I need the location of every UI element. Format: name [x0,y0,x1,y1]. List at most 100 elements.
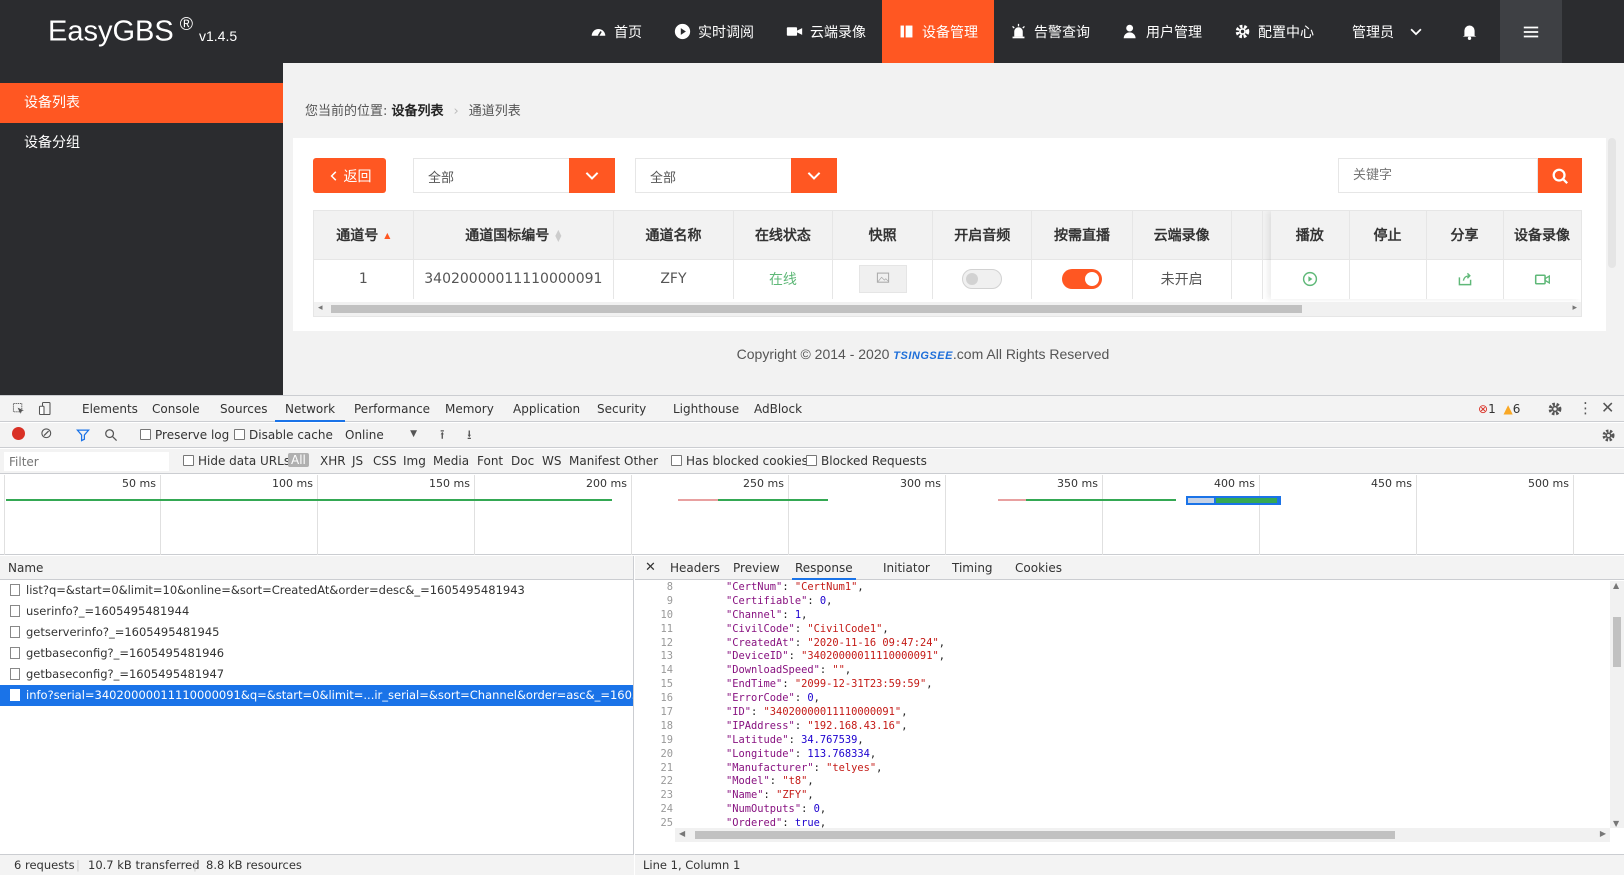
nav-cloud-record[interactable]: 云端录像 [770,0,882,63]
issue-counter[interactable]: ⊗1 ▲6 [1478,402,1520,416]
hamburger-menu-button[interactable] [1500,0,1562,63]
blocked-requests-checkbox[interactable]: Blocked Requests [806,454,927,468]
col-gb-id[interactable]: 通道国标编号 ▲ ▼ [413,211,615,260]
sidebar-item-device-group[interactable]: 设备分组 [0,123,283,163]
type-filter-other[interactable]: Other [624,454,658,468]
snapshot-thumbnail[interactable] [858,265,907,294]
has-blocked-cookies-checkbox[interactable]: Has blocked cookies [671,454,808,468]
close-detail-icon[interactable]: ✕ [645,556,656,580]
search-icon[interactable] [104,428,118,442]
response-horizontal-scrollbar[interactable]: ◀ ▶ [675,828,1610,842]
type-filter-all[interactable]: All [288,453,309,467]
close-icon[interactable]: ✕ [1601,398,1614,417]
export-har-icon[interactable]: ⭳ [467,426,472,448]
name-column-header[interactable]: Name [0,556,633,580]
nav-config[interactable]: 配置中心 [1218,0,1330,63]
response-body[interactable]: 8 "CertNum": "CertNum1", 9 "Certifiable": 0… [635,581,1610,828]
more-menu-icon[interactable]: ⋮ [1578,399,1593,417]
audio-toggle[interactable] [962,269,1003,290]
response-vertical-scrollbar[interactable]: ▲ ▼ [1610,581,1624,828]
request-row-selected[interactable]: info?serial=34020000011110000091&q=&star… [0,685,633,706]
notification-button[interactable] [1439,0,1500,63]
scroll-left-arrow[interactable]: ◀ [679,829,685,838]
nav-home[interactable]: 首页 [574,0,658,63]
nav-live[interactable]: 实时调阅 [658,0,770,63]
sidebar-item-device-list[interactable]: 设备列表 [0,83,283,123]
type-filter-xhr[interactable]: XHR [320,454,346,468]
tab-headers[interactable]: Headers [670,556,720,580]
filter-select-1[interactable]: 全部 [413,158,615,193]
type-filter-doc[interactable]: Doc [511,454,534,468]
table-horizontal-scrollbar[interactable]: ◂ ▸ [314,302,1581,316]
page-vertical-scrollbar[interactable] [1608,138,1616,268]
tab-sources[interactable]: Sources [220,396,267,422]
tab-performance[interactable]: Performance [354,396,430,422]
nav-alarm[interactable]: 告警查询 [994,0,1106,63]
back-button[interactable]: 返回 [313,158,386,193]
scrollbar-thumb[interactable] [695,831,1395,839]
scroll-up-arrow[interactable]: ▲ [1613,581,1619,590]
filter-icon[interactable] [76,428,90,442]
play-circle-icon[interactable] [1302,271,1318,287]
select-arrow[interactable] [791,158,837,193]
network-timeline-overview[interactable]: 50 ms 100 ms 150 ms 200 ms 250 ms 300 ms… [0,475,1624,555]
device-toolbar-icon[interactable] [38,401,53,416]
import-har-icon[interactable]: ⭱ [440,426,445,448]
tab-elements[interactable]: Elements [82,396,138,422]
scrollbar-thumb[interactable] [1613,617,1621,667]
request-row[interactable]: getbaseconfig?_=1605495481946 [0,643,633,664]
app-logo[interactable]: EasyGBS ® v1.4.5 [48,14,237,49]
search-button[interactable] [1538,158,1582,193]
nav-user-manage[interactable]: 用户管理 [1106,0,1218,63]
breadcrumb-parent[interactable]: 设备列表 [392,104,444,119]
video-icon[interactable] [1534,271,1551,288]
type-filter-img[interactable]: Img [403,454,426,468]
type-filter-media[interactable]: Media [433,454,469,468]
tab-preview[interactable]: Preview [733,556,780,580]
type-filter-css[interactable]: CSS [373,454,397,468]
scroll-right-arrow[interactable]: ▸ [1572,303,1577,313]
on-demand-toggle[interactable] [1061,269,1102,290]
inspect-element-icon[interactable] [12,402,26,416]
scrollbar-thumb[interactable] [331,305,1302,313]
sort-icon[interactable]: ▲ [384,231,390,239]
search-input[interactable] [1338,158,1538,193]
disable-cache-checkbox[interactable]: Disable cache [234,428,333,442]
tab-network[interactable]: Network [275,396,346,422]
clear-icon[interactable]: ⊘ [40,424,53,442]
tab-initiator[interactable]: Initiator [883,556,930,580]
tab-response[interactable]: Response [792,556,856,580]
network-settings-gear-icon[interactable] [1601,428,1616,443]
type-filter-js[interactable]: JS [352,454,363,468]
throttle-select[interactable]: Online ▼ [345,428,417,442]
request-row[interactable]: list?q=&start=0&limit=10&online=&sort=Cr… [0,580,633,601]
user-menu[interactable]: 管理员 [1330,0,1439,63]
sort-icon[interactable]: ▲ ▼ [555,228,561,242]
scroll-left-arrow[interactable]: ◂ [318,303,323,313]
type-filter-font[interactable]: Font [477,454,503,468]
tab-timing[interactable]: Timing [952,556,993,580]
tab-security[interactable]: Security [597,396,646,422]
request-row[interactable]: getbaseconfig?_=1605495481947 [0,664,633,685]
request-row[interactable]: userinfo?_=1605495481944 [0,601,633,622]
tab-memory[interactable]: Memory [445,396,494,422]
tab-application[interactable]: Application [513,396,580,422]
scroll-down-arrow[interactable]: ▼ [1613,819,1619,828]
settings-gear-icon[interactable] [1547,401,1563,417]
filter-select-2[interactable]: 全部 [635,158,837,193]
nav-device-manage[interactable]: 设备管理 [882,0,994,63]
hide-data-urls-checkbox[interactable]: Hide data URLs [183,454,290,468]
share-icon[interactable] [1457,271,1473,287]
record-icon[interactable] [12,427,25,440]
type-filter-ws[interactable]: WS [542,454,561,468]
type-filter-manifest[interactable]: Manifest [569,454,620,468]
select-arrow[interactable] [569,158,615,193]
tab-adblock[interactable]: AdBlock [754,396,802,422]
preserve-log-checkbox[interactable]: Preserve log [140,428,229,442]
scroll-right-arrow[interactable]: ▶ [1600,829,1606,838]
tab-console[interactable]: Console [152,396,200,422]
filter-input[interactable] [4,452,169,471]
request-row[interactable]: getserverinfo?_=1605495481945 [0,622,633,643]
col-channel[interactable]: 通道号 ▲ [314,211,414,260]
tab-lighthouse[interactable]: Lighthouse [673,396,739,422]
